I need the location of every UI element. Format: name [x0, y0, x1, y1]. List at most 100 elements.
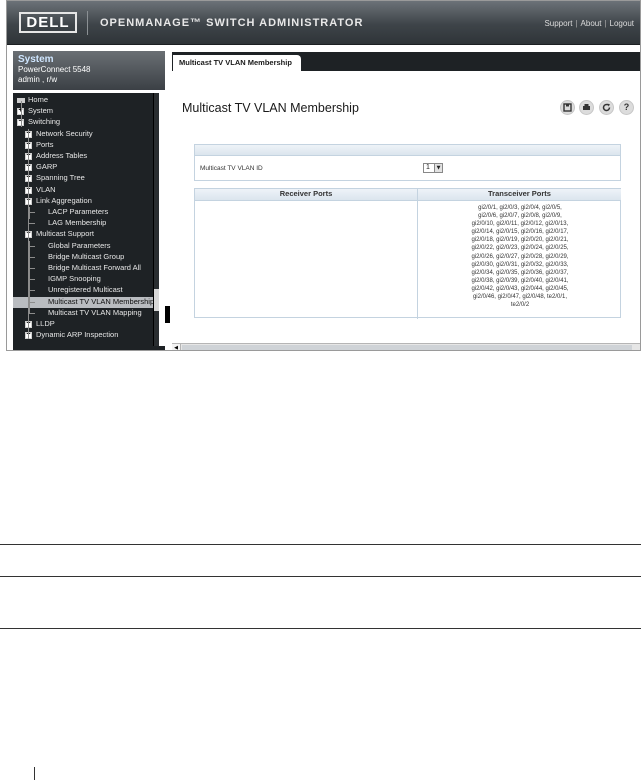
page-rule — [0, 628, 641, 629]
main-content: Multicast TV VLAN Membership ? Multicast… — [172, 71, 640, 343]
tree-item[interactable]: Bridge Multicast Group — [13, 251, 158, 263]
column-divider — [417, 189, 418, 319]
dell-logo: DELL — [19, 12, 77, 33]
tree-item-label: Home — [28, 95, 49, 104]
tree-item[interactable]: +Ports — [13, 139, 158, 151]
tree-item-label: Ports — [36, 139, 54, 149]
tree-item[interactable]: LACP Parameters — [13, 207, 158, 218]
tree-item-label: IGMP Snooping — [48, 274, 101, 284]
page-footer-mark — [34, 767, 35, 780]
tree-item-label: Spanning Tree — [36, 173, 85, 183]
tree-item[interactable]: −Multicast Support — [13, 229, 158, 240]
horizontal-scrollbar[interactable]: ◀ — [172, 343, 640, 350]
tree-item-label: Network Security — [36, 128, 93, 138]
screenshot-frame: DELL OPENMANAGE™ SWITCH ADMINISTRATOR Su… — [6, 0, 641, 351]
navigation-tree: Home +System−Switching+Network Security+P… — [13, 93, 159, 347]
print-icon[interactable] — [579, 100, 594, 115]
tree-connector — [29, 223, 35, 225]
transceiver-ports-list: gi2/0/1, gi2/0/3, gi2/0/4, gi2/0/5, gi2/0… — [419, 204, 621, 309]
user-info: admin , r/w — [18, 75, 58, 84]
tree-item-label: Bridge Multicast Group — [48, 251, 125, 261]
tree-item-label: Link Aggregation — [36, 195, 92, 205]
logout-link[interactable]: Logout — [610, 19, 634, 28]
tree-item-label: Global Parameters — [48, 240, 111, 250]
transceiver-port-line: gi2/0/26, gi2/0/27, gi2/0/28, gi2/0/29, — [471, 253, 569, 260]
tree-item[interactable]: +Spanning Tree — [13, 173, 158, 184]
transceiver-port-line: gi2/0/42, gi2/0/43, gi2/0/44, gi2/0/45, — [471, 285, 569, 292]
collapse-panel-handle[interactable] — [165, 306, 170, 323]
tree-item-label: Unregistered Multicast — [48, 285, 123, 295]
transceiver-port-line: gi2/0/30, gi2/0/31, gi2/0/32, gi2/0/33, — [471, 261, 569, 268]
vlan-id-select[interactable]: 1 ▼ — [423, 163, 443, 173]
tree-item-label: LACP Parameters — [48, 207, 109, 216]
page-title: Multicast TV VLAN Membership — [182, 101, 359, 115]
tree-item-label: LLDP — [36, 319, 55, 328]
transceiver-port-line: te2/0/2 — [510, 302, 530, 309]
tree-footer — [13, 346, 165, 350]
tree-item[interactable]: +GARP — [13, 162, 158, 173]
tree-item[interactable]: +LLDP — [13, 319, 158, 330]
support-link[interactable]: Support — [544, 19, 572, 28]
system-title: System — [18, 54, 54, 65]
transceiver-port-line: gi2/0/46, gi2/0/47, gi2/0/48, te2/0/1, — [472, 294, 568, 301]
vlan-select-panel: Multicast TV VLAN ID 1 ▼ — [194, 144, 621, 181]
tree-connector — [29, 207, 30, 219]
scroll-left-arrow-icon[interactable]: ◀ — [172, 344, 181, 350]
tree-item[interactable]: Global Parameters — [13, 240, 158, 252]
tree-item-label: Multicast TV VLAN Mapping — [48, 307, 142, 317]
transceiver-port-line: gi2/0/38, gi2/0/39, gi2/0/40, gi2/0/41, — [471, 277, 569, 284]
tree-item-label: System — [28, 106, 54, 116]
transceiver-port-line: gi2/0/6, gi2/0/7, gi2/0/8, gi2/0/9, — [478, 213, 562, 220]
transceiver-port-line: gi2/0/10, gi2/0/11, gi2/0/12, gi2/0/13, — [471, 221, 569, 228]
tree-item[interactable]: +System — [13, 106, 158, 117]
panel-header-bar — [195, 145, 620, 156]
header-links: Support | About | Logout — [544, 19, 634, 28]
refresh-icon[interactable] — [599, 100, 614, 115]
vlan-id-value: 1 — [426, 164, 430, 171]
tree-item[interactable]: +Dynamic ARP Inspection — [13, 330, 158, 341]
page-rule — [0, 576, 641, 577]
tree-item[interactable]: +Address Tables — [13, 151, 158, 162]
tree-item-label: GARP — [36, 162, 58, 172]
tree-item[interactable]: +VLAN — [13, 184, 158, 196]
tree-item-label: Bridge Multicast Forward All — [48, 263, 141, 272]
tab-bar: Multicast TV VLAN Membership — [172, 52, 640, 71]
transceiver-port-line: gi2/0/14, gi2/0/15, gi2/0/16, gi2/0/17, — [471, 229, 569, 236]
about-link[interactable]: About — [581, 19, 602, 28]
tree-item-label: Dynamic ARP Inspection — [36, 330, 119, 340]
ports-table: Receiver Ports Transceiver Ports gi2/0/1… — [194, 188, 621, 319]
tree-item-label: Switching — [28, 117, 61, 127]
tree-item[interactable]: Unregistered Multicast — [13, 285, 158, 296]
app-header: DELL OPENMANAGE™ SWITCH ADMINISTRATOR Su… — [7, 1, 640, 45]
transceiver-ports-header: Transceiver Ports — [418, 189, 621, 201]
tree-item-label: VLAN — [36, 184, 56, 194]
tree-scrollbar[interactable] — [153, 93, 159, 347]
device-name: PowerConnect 5548 — [18, 65, 91, 74]
tree-item[interactable]: Home — [13, 95, 158, 106]
tree-item[interactable]: Multicast TV VLAN Membership — [13, 296, 158, 308]
transceiver-port-line: gi2/0/22, gi2/0/23, gi2/0/24, gi2/0/25, — [471, 245, 569, 252]
tree-item-label: Multicast TV VLAN Membership — [48, 296, 155, 306]
transceiver-port-line: gi2/0/34, gi2/0/35, gi2/0/36, gi2/0/37, — [471, 269, 569, 276]
transceiver-port-line: gi2/0/1, gi2/0/3, gi2/0/4, gi2/0/5, — [478, 205, 562, 211]
help-icon[interactable]: ? — [619, 100, 634, 115]
transceiver-port-line: gi2/0/18, gi2/0/19, gi2/0/20, gi2/0/21, — [471, 237, 569, 244]
tree-item[interactable]: LAG Membership — [13, 218, 158, 229]
tab-multicast-tv-vlan-membership[interactable]: Multicast TV VLAN Membership — [173, 55, 301, 71]
tree-item-label: Address Tables — [36, 151, 88, 160]
tree-item[interactable]: −Link Aggregation — [13, 195, 158, 207]
tree-item[interactable]: +Network Security — [13, 128, 158, 140]
tree-item[interactable]: IGMP Snooping — [13, 274, 158, 285]
header-separator — [87, 11, 88, 35]
tree-item[interactable]: Multicast TV VLAN Mapping — [13, 307, 158, 319]
save-icon[interactable] — [560, 100, 575, 115]
tree-scroll-thumb[interactable] — [154, 289, 159, 311]
receiver-ports-header: Receiver Ports — [195, 189, 417, 201]
system-box[interactable]: System PowerConnect 5548 admin , r/w — [13, 51, 165, 90]
tree-connector — [29, 241, 30, 313]
left-panel: System PowerConnect 5548 admin , r/w Hom… — [7, 46, 167, 350]
dropdown-arrow-icon[interactable]: ▼ — [434, 164, 442, 172]
tree-item[interactable]: −Switching — [13, 117, 158, 128]
tree-item[interactable]: Bridge Multicast Forward All — [13, 263, 158, 274]
horizontal-scroll-thumb[interactable] — [182, 345, 632, 350]
